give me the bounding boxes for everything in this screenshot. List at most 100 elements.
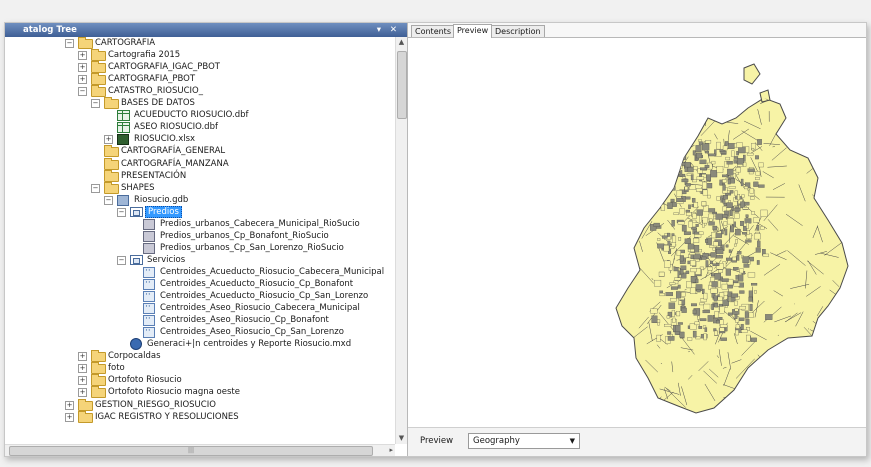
tab-strip: Contents Preview Description (408, 23, 866, 38)
tree-node-label: CARTOGRAFIA_IGAC_PBOT (108, 62, 220, 73)
chevron-down-icon[interactable]: ▼ (570, 435, 575, 447)
tree-node-label: ASEO RIOSUCIO.dbf (134, 122, 218, 133)
tree-node[interactable]: + Cartografia 2015 (5, 49, 393, 62)
tree-node-label: SHAPES (121, 182, 155, 193)
folder-icon (78, 398, 93, 411)
tree-node[interactable]: CARTOGRAFÍA_MANZANA (5, 157, 393, 170)
tree-node[interactable]: + RIOSUCIO.xlsx (5, 133, 393, 146)
tree-node[interactable]: Centroides_Aseo_Riosucio_Cabecera_Munici… (5, 301, 393, 315)
tree-node[interactable]: + Ortofoto Riosucio (5, 374, 393, 387)
folder-icon (91, 61, 106, 74)
expand-icon[interactable]: + (78, 352, 87, 362)
folder-icon (104, 157, 119, 170)
scroll-right-icon[interactable]: ▸ (389, 445, 393, 456)
tree-node-label: Centroides_Aseo_Riosucio_Cp_Bonafont (160, 315, 329, 326)
tree-node[interactable]: Centroides_Acueducto_Riosucio_Cp_Bonafon… (5, 277, 393, 290)
tree-node[interactable]: − CATASTRO_RIOSUCIO_ (5, 85, 393, 98)
tree-node[interactable]: − Predios (5, 205, 393, 218)
collapse-icon[interactable]: − (91, 183, 100, 193)
scroll-down-icon[interactable]: ▼ (396, 433, 407, 444)
expand-icon[interactable]: + (65, 412, 74, 422)
catalog-tree-titlebar: atalog Tree ▾ ✕ (5, 23, 407, 37)
geography-preview-map[interactable] (408, 38, 866, 428)
folder-icon (91, 73, 106, 86)
collapse-icon[interactable]: − (91, 99, 100, 109)
tree-node-label: Predios (145, 205, 182, 218)
arccatalog-window: atalog Tree ▾ ✕ − CARTOGRAFIA + Cartografia… (4, 22, 867, 457)
tree-node-label: Predios_urbanos_Cp_Bonafont_RioSucio (160, 230, 329, 241)
catalog-tree: − CARTOGRAFIA + Cartografia 2015 + CARTOGRAFI… (5, 37, 395, 444)
tree-node-label: Corpocaldas (108, 351, 161, 362)
collapse-icon[interactable]: − (117, 207, 126, 217)
expand-icon[interactable]: + (65, 400, 74, 410)
scroll-up-icon[interactable]: ▲ (396, 37, 407, 48)
collapse-icon[interactable]: − (117, 255, 126, 265)
tree-vertical-scrollbar[interactable]: ▲ ▼ (395, 37, 407, 444)
collapse-icon[interactable]: − (65, 39, 74, 48)
tree-node-label: foto (108, 363, 125, 374)
scroll-thumb[interactable] (397, 51, 407, 119)
expand-icon[interactable]: + (104, 135, 113, 145)
tree-node[interactable]: − Riosucio.gdb (5, 194, 393, 206)
folder-icon (91, 49, 106, 62)
tree-node[interactable]: Centroides_Aseo_Riosucio_Cp_Bonafont (5, 313, 393, 327)
tree-node-label: CARTOGRAFIA (95, 38, 156, 48)
folder-icon (91, 362, 106, 375)
tree-node[interactable]: Centroides_Acueducto_Riosucio_Cp_San_Lor… (5, 289, 393, 303)
geodatabase-icon (117, 194, 129, 206)
tab-preview[interactable]: Preview (453, 24, 493, 38)
tree-node-label: GESTION_RIESGO_RIOSUCIO (95, 399, 216, 410)
horizontal-scroll-thumb[interactable]: ||| (9, 446, 373, 456)
tree-node-label: Generaci+|n centroides y Reporte Riosuci… (147, 339, 352, 350)
tree-node[interactable]: Predios_urbanos_Cp_San_Lorenzo_RioSucio (5, 242, 393, 254)
tree-node[interactable]: Centroides_Acueducto_Riosucio_Cabecera_M… (5, 265, 393, 278)
tree-node[interactable]: Centroides_Aseo_Riosucio_Cp_San_Lorenzo (5, 325, 393, 339)
expand-icon[interactable]: + (78, 51, 87, 61)
tree-node[interactable]: + foto (5, 362, 393, 375)
expand-icon[interactable]: + (78, 75, 87, 85)
tree-node[interactable]: + CARTOGRAFIA_IGAC_PBOT (5, 61, 393, 74)
tree-node[interactable]: ACUEDUCTO RIOSUCIO.dbf (5, 109, 393, 122)
tree-node[interactable]: + IGAC REGISTRO Y RESOLUCIONES (5, 410, 393, 423)
tree-node[interactable]: + GESTION_RIESGO_RIOSUCIO (5, 398, 393, 411)
catalog-tree-title: atalog Tree (23, 25, 77, 35)
tree-node[interactable]: CARTOGRAFÍA_GENERAL (5, 145, 393, 158)
tree-node[interactable]: − BASES DE DATOS (5, 97, 393, 110)
tab-contents[interactable]: Contents (411, 25, 455, 37)
preview-label: Preview (420, 436, 454, 446)
tree-node[interactable]: PRESENTACIÓN (5, 169, 393, 182)
expand-icon[interactable]: + (78, 388, 87, 398)
tree-node-label: Centroides_Acueducto_Riosucio_Cp_Bonafon… (160, 279, 354, 289)
tree-node[interactable]: Predios_urbanos_Cabecera_Municipal_RioSu… (5, 218, 393, 230)
tree-node-label: IGAC REGISTRO Y RESOLUCIONES (95, 411, 239, 422)
tab-description[interactable]: Description (491, 25, 545, 37)
tree-node[interactable]: + Ortofoto Riosucio magna oeste (5, 386, 393, 399)
pin-icon[interactable]: ▾ (377, 23, 381, 37)
preview-toolbar: Preview Geography ▼ (408, 427, 866, 456)
collapse-icon[interactable]: − (104, 195, 113, 205)
tree-node[interactable]: Predios_urbanos_Cp_Bonafont_RioSucio (5, 230, 393, 242)
close-icon[interactable]: ✕ (390, 23, 397, 37)
tree-node[interactable]: + CARTOGRAFIA_PBOT (5, 73, 393, 86)
tree-node[interactable]: Generaci+|n centroides y Reporte Riosuci… (5, 338, 393, 351)
expand-icon[interactable]: + (78, 376, 87, 386)
folder-icon (91, 386, 106, 399)
tree-node-label: CARTOGRAFIA_PBOT (108, 74, 196, 85)
expand-icon[interactable]: + (78, 364, 87, 374)
folder-icon (104, 181, 119, 194)
tree-node[interactable]: − SHAPES (5, 181, 393, 194)
expand-icon[interactable]: + (78, 63, 87, 73)
folder-icon (104, 169, 119, 182)
collapse-icon[interactable]: − (78, 87, 87, 97)
tree-node[interactable]: − Servicios (5, 254, 393, 266)
tree-node[interactable]: − CARTOGRAFIA (5, 37, 393, 49)
tree-horizontal-scrollbar[interactable]: ||| ▸ (5, 444, 395, 456)
tree-node[interactable]: + Corpocaldas (5, 350, 393, 363)
tree-node[interactable]: ASEO RIOSUCIO.dbf (5, 121, 393, 134)
preview-mode-select[interactable]: Geography ▼ (468, 433, 580, 449)
tree-node-label: Servicios (147, 254, 186, 265)
table-icon (117, 110, 130, 122)
tree-node-label: Centroides_Aseo_Riosucio_Cp_San_Lorenzo (160, 327, 344, 338)
tree-node-label: PRESENTACIÓN (121, 170, 187, 181)
tree-node-label: Centroides_Acueducto_Riosucio_Cp_San_Lor… (160, 291, 369, 302)
